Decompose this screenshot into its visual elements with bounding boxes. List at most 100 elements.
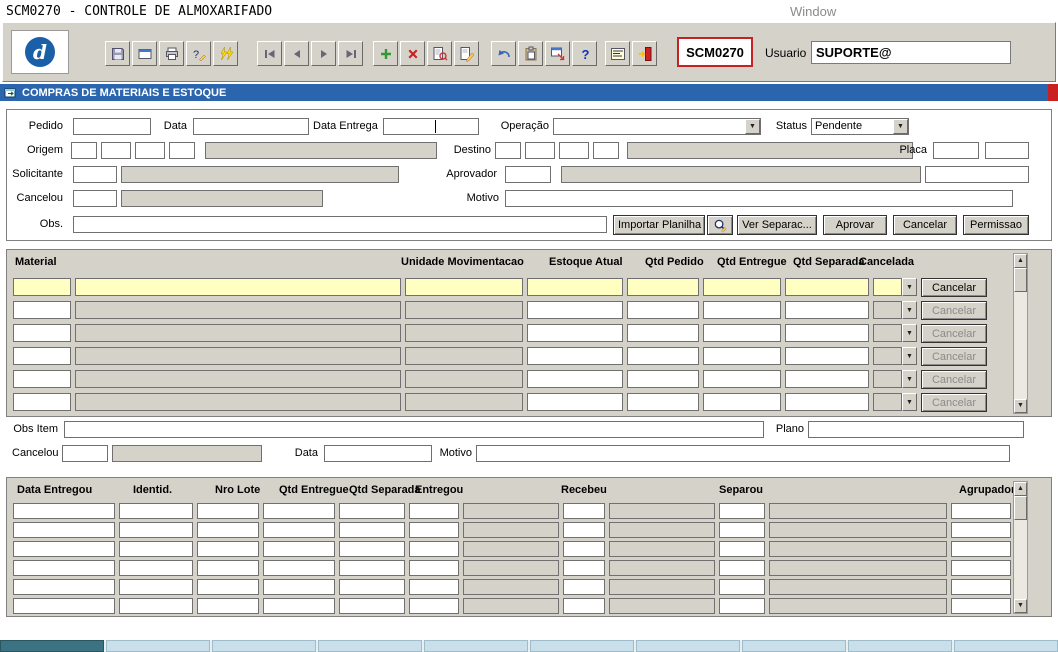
agrupador-field[interactable] bbox=[951, 541, 1011, 557]
cancelada-select[interactable]: ▼ bbox=[873, 278, 917, 296]
entregou-code-field[interactable] bbox=[409, 522, 459, 538]
item-motivo-field[interactable] bbox=[476, 445, 1010, 462]
qtd-entregue-field[interactable] bbox=[263, 579, 335, 595]
material-code-field[interactable] bbox=[13, 301, 71, 319]
bottom-scrollbar-segment[interactable] bbox=[318, 640, 422, 652]
nro-lote-field[interactable] bbox=[197, 541, 259, 557]
bottom-scrollbar-segment[interactable] bbox=[636, 640, 740, 652]
importar-planilha-button[interactable]: Importar Planilha bbox=[613, 215, 705, 235]
save-button[interactable] bbox=[105, 41, 130, 66]
separou-code-field[interactable] bbox=[719, 541, 765, 557]
destino-field-1[interactable] bbox=[495, 142, 521, 159]
origem-field-1[interactable] bbox=[71, 142, 97, 159]
entregou-code-field[interactable] bbox=[409, 541, 459, 557]
exit-button[interactable] bbox=[632, 41, 657, 66]
qtd-entregue-field[interactable] bbox=[703, 347, 781, 365]
separou-code-field[interactable] bbox=[719, 579, 765, 595]
chevron-down-icon[interactable]: ▼ bbox=[902, 324, 917, 342]
qtd-entregue-field[interactable] bbox=[263, 560, 335, 576]
delete-record-button[interactable] bbox=[400, 41, 425, 66]
first-record-button[interactable] bbox=[257, 41, 282, 66]
obs-item-field[interactable] bbox=[64, 421, 764, 438]
scroll-up-icon[interactable]: ▲ bbox=[1014, 254, 1027, 268]
data-entregou-field[interactable] bbox=[13, 503, 115, 519]
estoque-atual-field[interactable] bbox=[527, 301, 623, 319]
agrupador-field[interactable] bbox=[951, 560, 1011, 576]
cancelar-button[interactable]: Cancelar bbox=[893, 215, 957, 235]
row-cancelar-button[interactable]: Cancelar bbox=[921, 324, 987, 343]
identid-field[interactable] bbox=[119, 541, 193, 557]
qtd-separada-field[interactable] bbox=[785, 301, 869, 319]
qtd-separada-field[interactable] bbox=[785, 278, 869, 296]
qtd-separada-field[interactable] bbox=[339, 522, 405, 538]
entregou-code-field[interactable] bbox=[409, 503, 459, 519]
plano-field[interactable] bbox=[808, 421, 1024, 438]
qtd-separada-field[interactable] bbox=[339, 579, 405, 595]
identid-field[interactable] bbox=[119, 503, 193, 519]
row-cancelar-button[interactable]: Cancelar bbox=[921, 301, 987, 320]
chevron-down-icon[interactable]: ▼ bbox=[902, 301, 917, 319]
bottom-scrollbar-segment[interactable] bbox=[424, 640, 528, 652]
window-button[interactable] bbox=[132, 41, 157, 66]
origem-field-4[interactable] bbox=[169, 142, 195, 159]
data-entregou-field[interactable] bbox=[13, 579, 115, 595]
recebeu-code-field[interactable] bbox=[563, 541, 605, 557]
bottom-scrollbar[interactable] bbox=[0, 640, 1058, 652]
recebeu-code-field[interactable] bbox=[563, 579, 605, 595]
qtd-separada-field[interactable] bbox=[785, 393, 869, 411]
nro-lote-field[interactable] bbox=[197, 503, 259, 519]
data-field[interactable] bbox=[193, 118, 309, 135]
header-extra-field[interactable] bbox=[925, 166, 1029, 183]
menu-item-window[interactable]: Window bbox=[790, 4, 836, 19]
separou-code-field[interactable] bbox=[719, 598, 765, 614]
destino-field-3[interactable] bbox=[559, 142, 589, 159]
identid-field[interactable] bbox=[119, 579, 193, 595]
agrupador-field[interactable] bbox=[951, 579, 1011, 595]
data-entregou-field[interactable] bbox=[13, 598, 115, 614]
edit-help-button[interactable]: ? bbox=[186, 41, 211, 66]
enter-query-button[interactable] bbox=[427, 41, 452, 66]
estoque-atual-field[interactable] bbox=[527, 324, 623, 342]
material-code-field[interactable] bbox=[13, 393, 71, 411]
qtd-entregue-field[interactable] bbox=[703, 370, 781, 388]
qtd-entregue-field[interactable] bbox=[703, 301, 781, 319]
item-cancel-data-field[interactable] bbox=[324, 445, 432, 462]
qtd-pedido-field[interactable] bbox=[627, 301, 699, 319]
data-entrega-field[interactable] bbox=[383, 118, 479, 135]
bottom-scrollbar-segment[interactable] bbox=[954, 640, 1058, 652]
nro-lote-field[interactable] bbox=[197, 579, 259, 595]
data-entregou-field[interactable] bbox=[13, 522, 115, 538]
estoque-atual-field[interactable] bbox=[527, 370, 623, 388]
qtd-separada-field[interactable] bbox=[339, 598, 405, 614]
cancelada-select[interactable]: ▼ bbox=[873, 370, 917, 388]
importar-lookup-button[interactable] bbox=[707, 215, 733, 235]
execute-query-button[interactable] bbox=[454, 41, 479, 66]
qtd-pedido-field[interactable] bbox=[627, 370, 699, 388]
item-cancelou-code-field[interactable] bbox=[62, 445, 108, 462]
scroll-down-icon[interactable]: ▼ bbox=[1014, 599, 1027, 613]
status-select[interactable]: Pendente ▼ bbox=[811, 118, 909, 135]
identid-field[interactable] bbox=[119, 522, 193, 538]
row-cancelar-button[interactable]: Cancelar bbox=[921, 370, 987, 389]
record-window-button[interactable] bbox=[545, 41, 570, 66]
entregou-code-field[interactable] bbox=[409, 560, 459, 576]
row-cancelar-button[interactable]: Cancelar bbox=[921, 393, 987, 412]
undo-button[interactable] bbox=[491, 41, 516, 66]
cancelou-code-field[interactable] bbox=[73, 190, 117, 207]
previous-record-button[interactable] bbox=[284, 41, 309, 66]
qtd-pedido-field[interactable] bbox=[627, 278, 699, 296]
bottom-scrollbar-segment[interactable] bbox=[212, 640, 316, 652]
nro-lote-field[interactable] bbox=[197, 598, 259, 614]
solicitante-code-field[interactable] bbox=[73, 166, 117, 183]
qtd-separada-field[interactable] bbox=[785, 324, 869, 342]
qtd-entregue-field[interactable] bbox=[263, 503, 335, 519]
qtd-entregue-field[interactable] bbox=[263, 598, 335, 614]
material-code-field[interactable] bbox=[13, 324, 71, 342]
destino-field-4[interactable] bbox=[593, 142, 619, 159]
last-record-button[interactable] bbox=[338, 41, 363, 66]
bottom-scrollbar-segment[interactable] bbox=[742, 640, 846, 652]
qtd-pedido-field[interactable] bbox=[627, 324, 699, 342]
row-cancelar-button[interactable]: Cancelar bbox=[921, 278, 987, 297]
usuario-field[interactable] bbox=[811, 41, 1011, 64]
material-name-field[interactable] bbox=[75, 278, 401, 296]
